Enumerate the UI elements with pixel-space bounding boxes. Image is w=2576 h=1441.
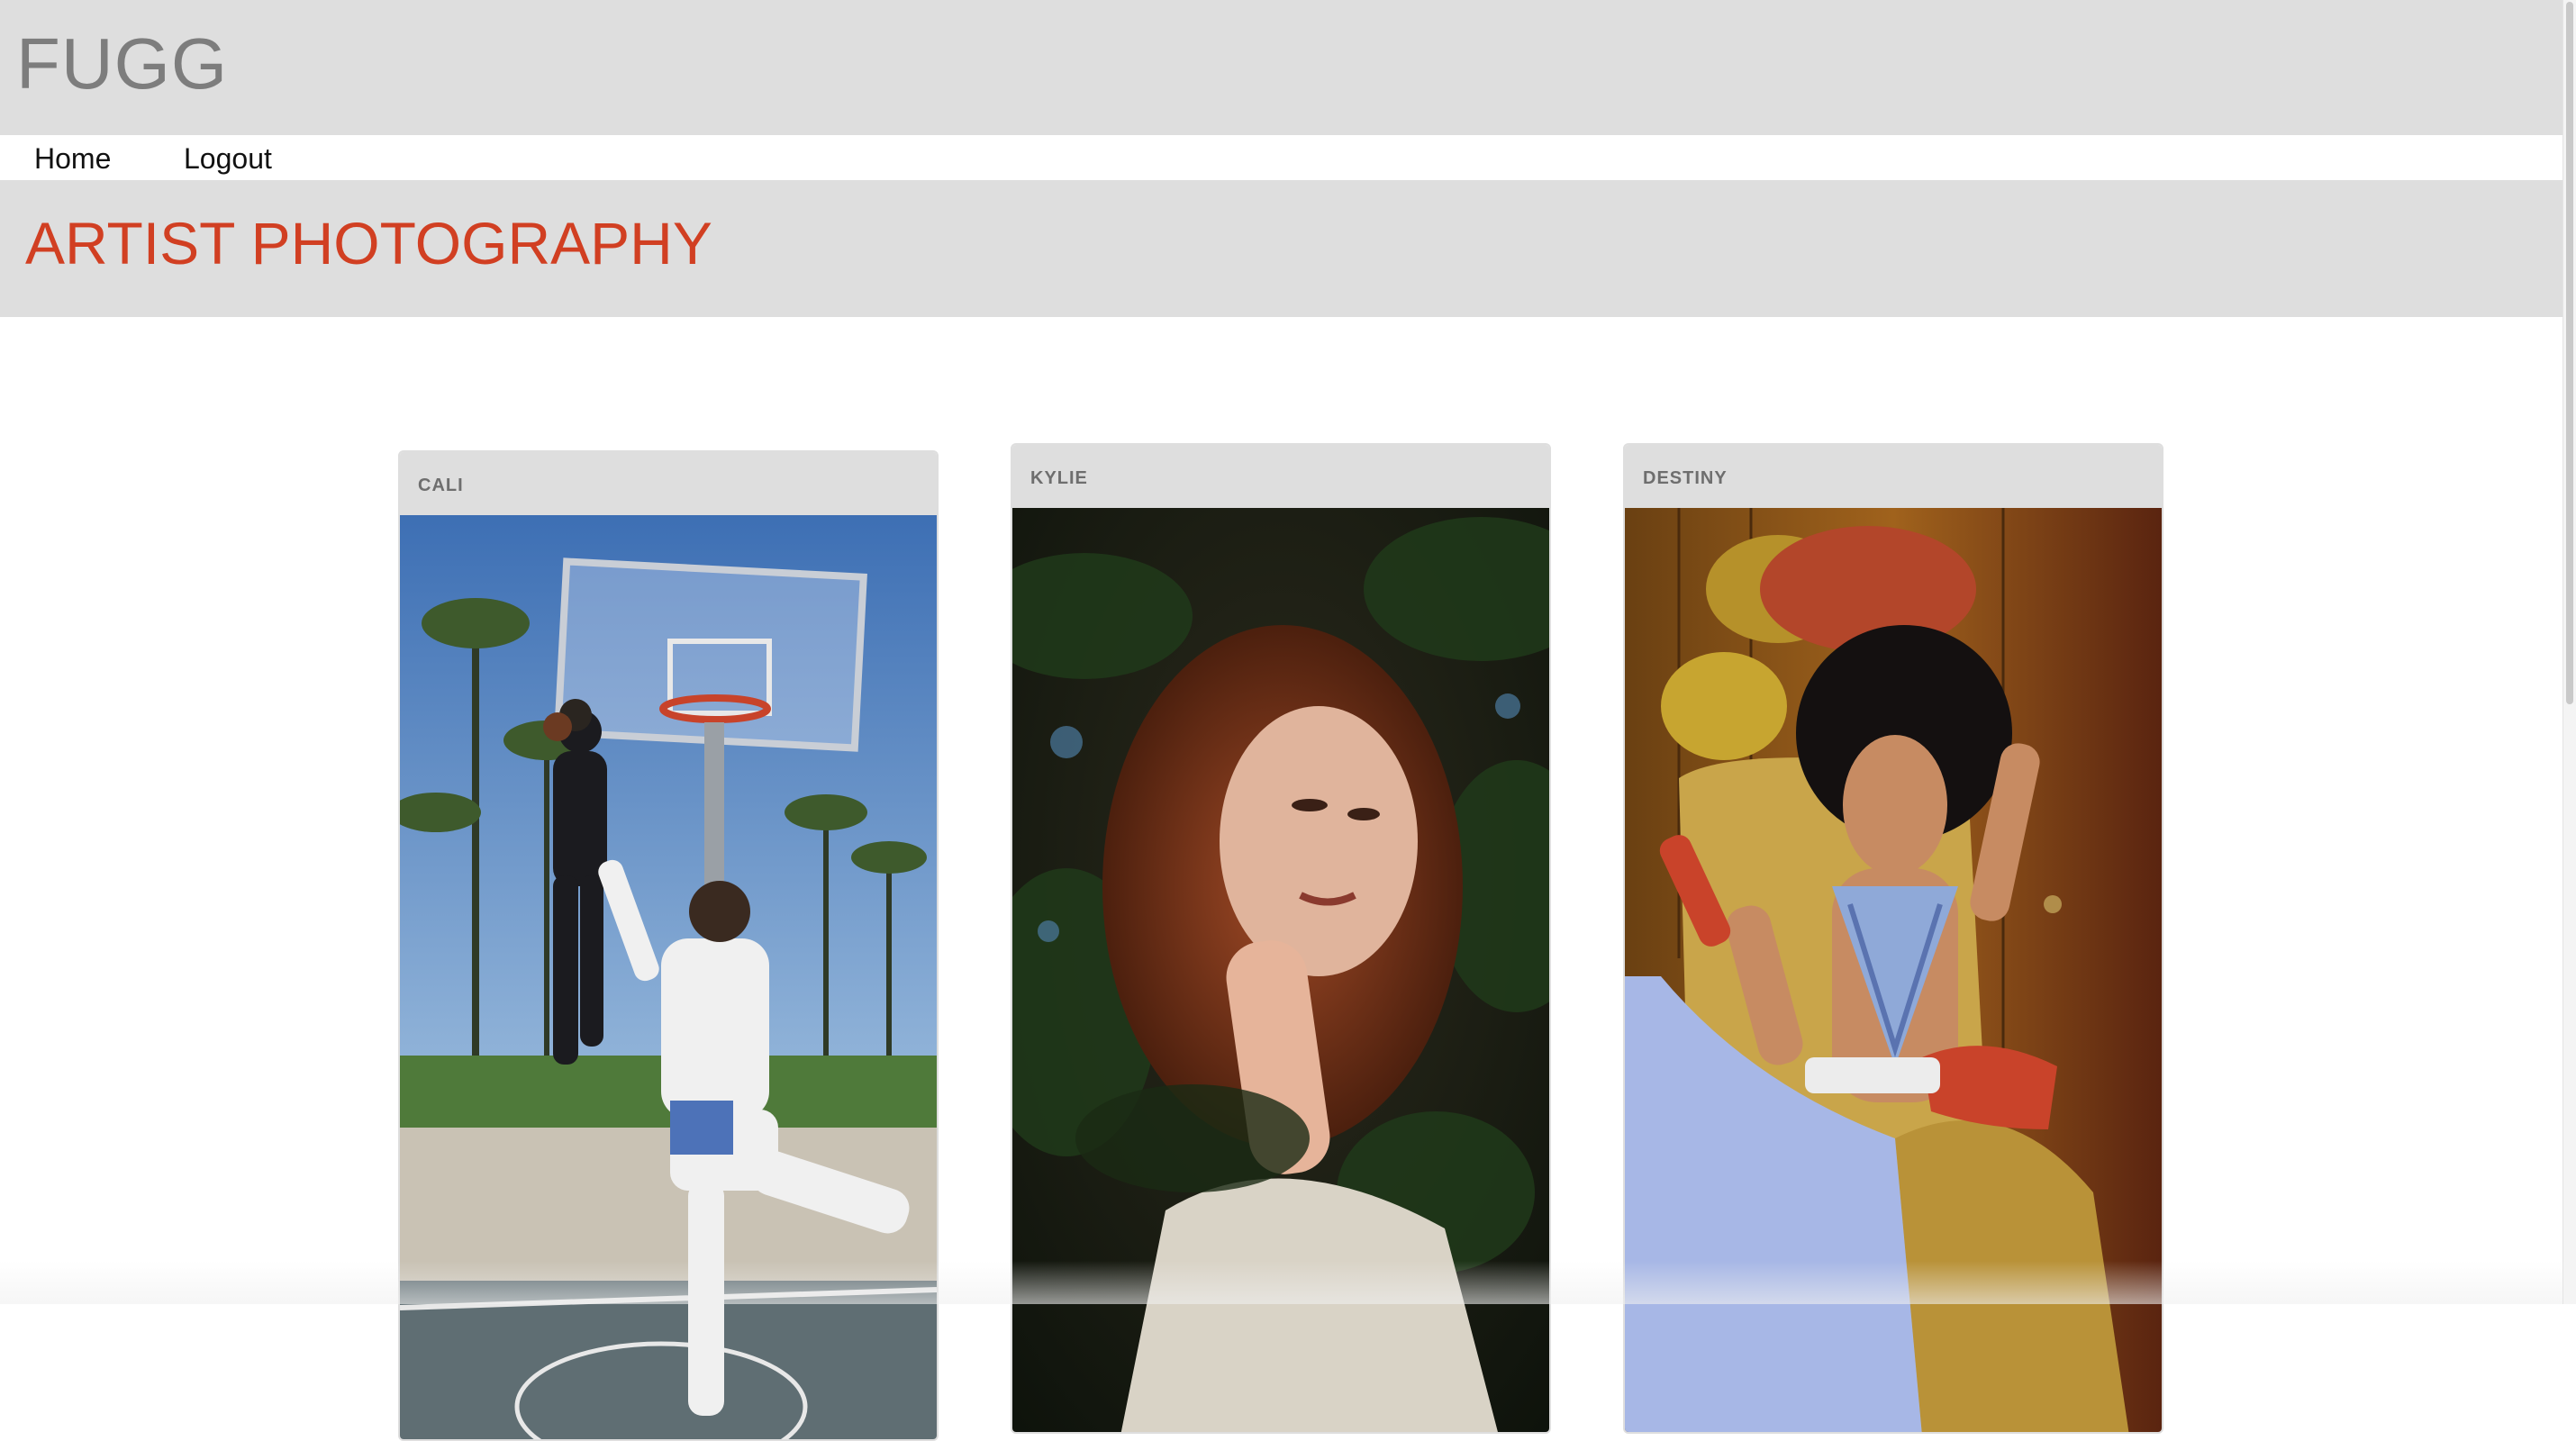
card-label: DESTINY (1643, 468, 1728, 488)
site-logo[interactable]: FUGG (16, 23, 228, 104)
card-label: CALI (418, 476, 464, 495)
portrait-illustration (1012, 508, 1549, 1432)
card-header: DESTINY (1625, 445, 2162, 508)
card-label: KYLIE (1030, 468, 1088, 488)
basketball-dunk-photo[interactable] (400, 515, 937, 1439)
page-banner: ARTIST PHOTOGRAPHY (0, 180, 2563, 317)
page-title: ARTIST PHOTOGRAPHY (25, 210, 712, 276)
basketball-dunk-illustration (400, 515, 937, 1439)
portrait-red-hair-photo[interactable] (1012, 508, 1549, 1432)
page-scrollbar[interactable] (2562, 0, 2576, 1304)
artist-card-kylie[interactable]: KYLIE (1011, 443, 1551, 1434)
artist-card-cali[interactable]: CALI (398, 450, 939, 1441)
site-header: FUGG (0, 0, 2563, 135)
woman-with-phone-photo[interactable] (1625, 508, 2162, 1432)
nav-link-logout[interactable]: Logout (184, 140, 272, 177)
nav-link-home[interactable]: Home (34, 140, 111, 177)
card-header: KYLIE (1012, 445, 1549, 508)
woman-with-phone-illustration (1625, 508, 2162, 1432)
artist-card-destiny[interactable]: DESTINY (1623, 443, 2163, 1434)
main-nav: Home Logout (0, 135, 2563, 180)
scrollbar-thumb[interactable] (2566, 2, 2573, 704)
card-header: CALI (400, 452, 937, 515)
